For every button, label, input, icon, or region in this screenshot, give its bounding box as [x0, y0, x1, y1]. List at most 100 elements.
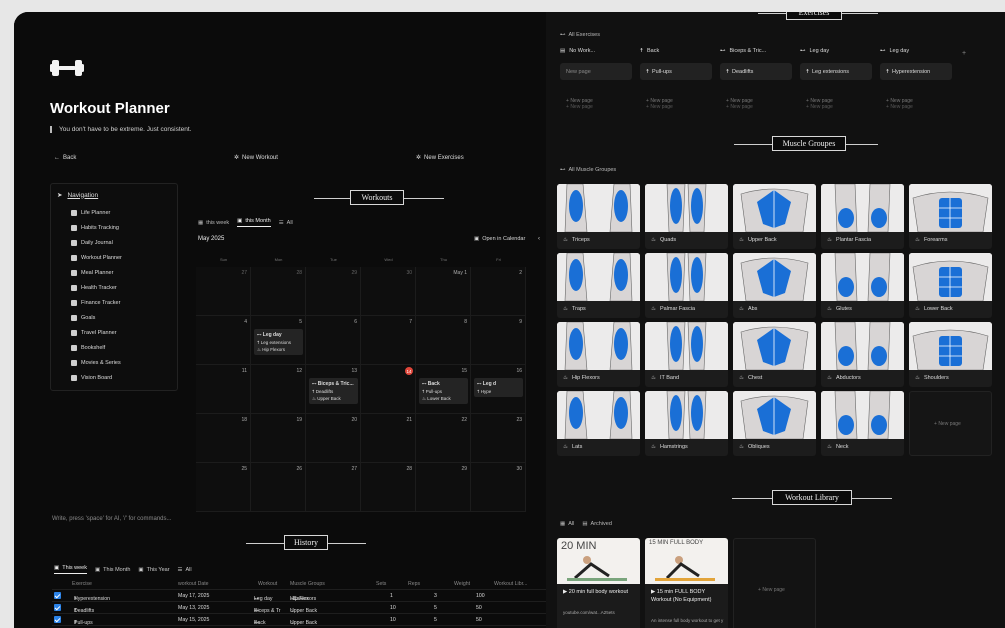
calendar-cell[interactable]: 27	[306, 463, 361, 512]
calendar-cell[interactable]: 20	[306, 414, 361, 463]
calendar-cell[interactable]: 29	[306, 267, 361, 316]
new-page-button[interactable]: + New page	[758, 587, 785, 593]
tab-history-this-year[interactable]: ▣ This Year	[138, 565, 169, 574]
nav-item[interactable]: Life Planner	[71, 210, 110, 216]
calendar-cell[interactable]: 25	[196, 463, 251, 512]
group-header[interactable]: ☨ Back	[640, 48, 716, 54]
tab-this-month[interactable]: ▣ this Month	[237, 218, 271, 227]
nav-item[interactable]: Health Tracker	[71, 285, 117, 291]
muscle-group-card[interactable]: ♨ Triceps	[557, 184, 640, 249]
calendar-cell[interactable]: 14	[361, 365, 416, 414]
chevron-left-icon[interactable]: ‹	[538, 236, 540, 242]
row-checkbox[interactable]	[54, 592, 61, 599]
muscle-group-card[interactable]: ♨ Lower Back	[909, 253, 992, 318]
new-page-button[interactable]: + New page	[566, 104, 593, 110]
tab-all-exercises[interactable]: ⊷ All Exercises	[560, 32, 600, 38]
group-header[interactable]: ⊷ Leg day	[880, 48, 956, 54]
column-header[interactable]: Exercise	[72, 581, 92, 587]
new-exercises-button[interactable]: ✲ New Exercises	[416, 152, 464, 164]
nav-item[interactable]: Goals	[71, 315, 95, 321]
column-header[interactable]: Sets	[376, 581, 386, 587]
calendar-cell[interactable]: 9	[471, 316, 526, 365]
calendar-cell[interactable]: 23	[471, 414, 526, 463]
calendar-cell[interactable]: 27	[196, 267, 251, 316]
calendar-cell[interactable]: 21	[361, 414, 416, 463]
column-header[interactable]: Weight	[454, 581, 470, 587]
nav-item[interactable]: Bookshelf	[71, 345, 105, 351]
muscle-group-card[interactable]: ♨ Neck	[821, 391, 904, 456]
tab-all-muscle-groupes[interactable]: ⊷ All Muscle Groupes	[560, 167, 616, 173]
column-header[interactable]: Workout	[258, 581, 277, 587]
calendar-event[interactable]: ⊷ Biceps & Tric... ☨ Deadlifts ♨ Upper Bac…	[309, 378, 358, 404]
calendar-cell[interactable]: 26	[251, 463, 306, 512]
muscle-group-card[interactable]: ♨ Plantar Fascia	[821, 184, 904, 249]
muscle-group-card[interactable]: ♨ Quads	[645, 184, 728, 249]
calendar-cell[interactable]: 2	[471, 267, 526, 316]
tab-library-archived[interactable]: ▤ Archived	[582, 521, 612, 527]
row-checkbox[interactable]	[54, 604, 61, 611]
nav-item[interactable]: Meal Planner	[71, 270, 113, 276]
muscle-group-card[interactable]: ♨ Chest	[733, 322, 816, 387]
table-row[interactable]: ☨ Pull-ups May 15, 2025 ⊷ Back ♨ Upper Back…	[52, 614, 546, 626]
calendar-cell[interactable]: 12	[251, 365, 306, 414]
column-header[interactable]: Reps	[408, 581, 420, 587]
tab-history-this-month[interactable]: ▣ This Month	[95, 565, 130, 574]
new-workout-library-card[interactable]: + New page	[733, 538, 816, 628]
nav-item[interactable]: Habits Tracking	[71, 225, 119, 231]
tab-library-all[interactable]: ▦ All	[560, 521, 574, 527]
muscle-group-card[interactable]: ♨ IT Band	[645, 322, 728, 387]
muscle-group-card[interactable]: ♨ Glutes	[821, 253, 904, 318]
open-in-calendar-button[interactable]: ▣ Open in Calendar	[474, 236, 525, 242]
muscle-group-card[interactable]: ♨ Abductors	[821, 322, 904, 387]
new-page-button[interactable]: + New page	[726, 104, 753, 110]
column-header[interactable]: Muscle Groups	[290, 581, 325, 587]
calendar-cell[interactable]: 4	[196, 316, 251, 365]
workout-library-card[interactable]: 20 MIN ▶ 20 min full body workout youtube.…	[557, 538, 640, 628]
calendar-cell[interactable]: 19	[251, 414, 306, 463]
nav-item[interactable]: Daily Journal	[71, 240, 113, 246]
table-row[interactable]: ☨ Deadlifts May 13, 2025 ⊷ Biceps & Tr ♨ Up…	[52, 602, 546, 614]
calendar-event[interactable]: ⊷ Leg day ☨ Leg extensions ♨ Hip Flexors	[254, 329, 303, 355]
nav-item[interactable]: Travel Planner	[71, 330, 117, 336]
group-header[interactable]: ⊷ Leg day	[800, 48, 876, 54]
tab-history-all[interactable]: ☰ All	[178, 565, 192, 574]
tab-all[interactable]: ☰ All	[279, 220, 293, 226]
row-checkbox[interactable]	[54, 616, 61, 623]
nav-item[interactable]: Vision Board	[71, 375, 112, 381]
muscle-group-card[interactable]: ♨ Hip Flexors	[557, 322, 640, 387]
muscle-group-card[interactable]: ♨ Lats	[557, 391, 640, 456]
exercise-card[interactable]: ☨ Leg extensions	[800, 63, 872, 80]
nav-item[interactable]: Movies & Series	[71, 360, 121, 366]
calendar-event[interactable]: ⊷ Leg d ☨ Hype	[474, 378, 523, 397]
new-workout-button[interactable]: ✲ New Workout	[234, 152, 278, 164]
calendar-cell[interactable]: 11	[196, 365, 251, 414]
calendar-cell[interactable]: 6	[306, 316, 361, 365]
muscle-group-card[interactable]: ♨ Upper Back	[733, 184, 816, 249]
new-muscle-group-card[interactable]: + New page	[909, 391, 992, 456]
tab-history-this-week[interactable]: ▣ This week	[54, 565, 87, 574]
calendar-cell[interactable]: 7	[361, 316, 416, 365]
muscle-group-card[interactable]: ♨ Obliques	[733, 391, 816, 456]
new-page-button[interactable]: + New page	[934, 421, 961, 427]
muscle-group-card[interactable]: ♨ Forearms	[909, 184, 992, 249]
calendar-cell[interactable]: 22	[416, 414, 471, 463]
column-header[interactable]: Workout Libr...	[494, 581, 527, 587]
muscle-group-card[interactable]: ♨ Hamstrings	[645, 391, 728, 456]
add-group-button[interactable]: +	[962, 50, 966, 57]
new-page-button[interactable]: + New page	[806, 104, 833, 110]
nav-item[interactable]: Finance Tracker	[71, 300, 120, 306]
new-page-button[interactable]: + New page	[886, 104, 913, 110]
exercise-card[interactable]: ☨ Pull-ups	[640, 63, 712, 80]
exercise-card[interactable]: ☨ Hyperextension	[880, 63, 952, 80]
new-page-button[interactable]: + New page	[646, 104, 673, 110]
calendar-cell[interactable]: 30	[361, 267, 416, 316]
group-header[interactable]: ⊷ Biceps & Tric...	[720, 48, 796, 54]
calendar-cell[interactable]: 30	[471, 463, 526, 512]
group-header[interactable]: ▤ No Work...	[560, 48, 636, 54]
calendar-cell[interactable]: 28	[251, 267, 306, 316]
calendar-cell[interactable]: 18	[196, 414, 251, 463]
tab-this-week[interactable]: ▦ this week	[198, 220, 229, 226]
nav-item[interactable]: Workout Planner	[71, 255, 122, 261]
calendar-event[interactable]: ⊷ Back ☨ Pull-ups ♨ Lower Back	[419, 378, 468, 404]
exercise-card[interactable]: ☨ Deadlifts	[720, 63, 792, 80]
